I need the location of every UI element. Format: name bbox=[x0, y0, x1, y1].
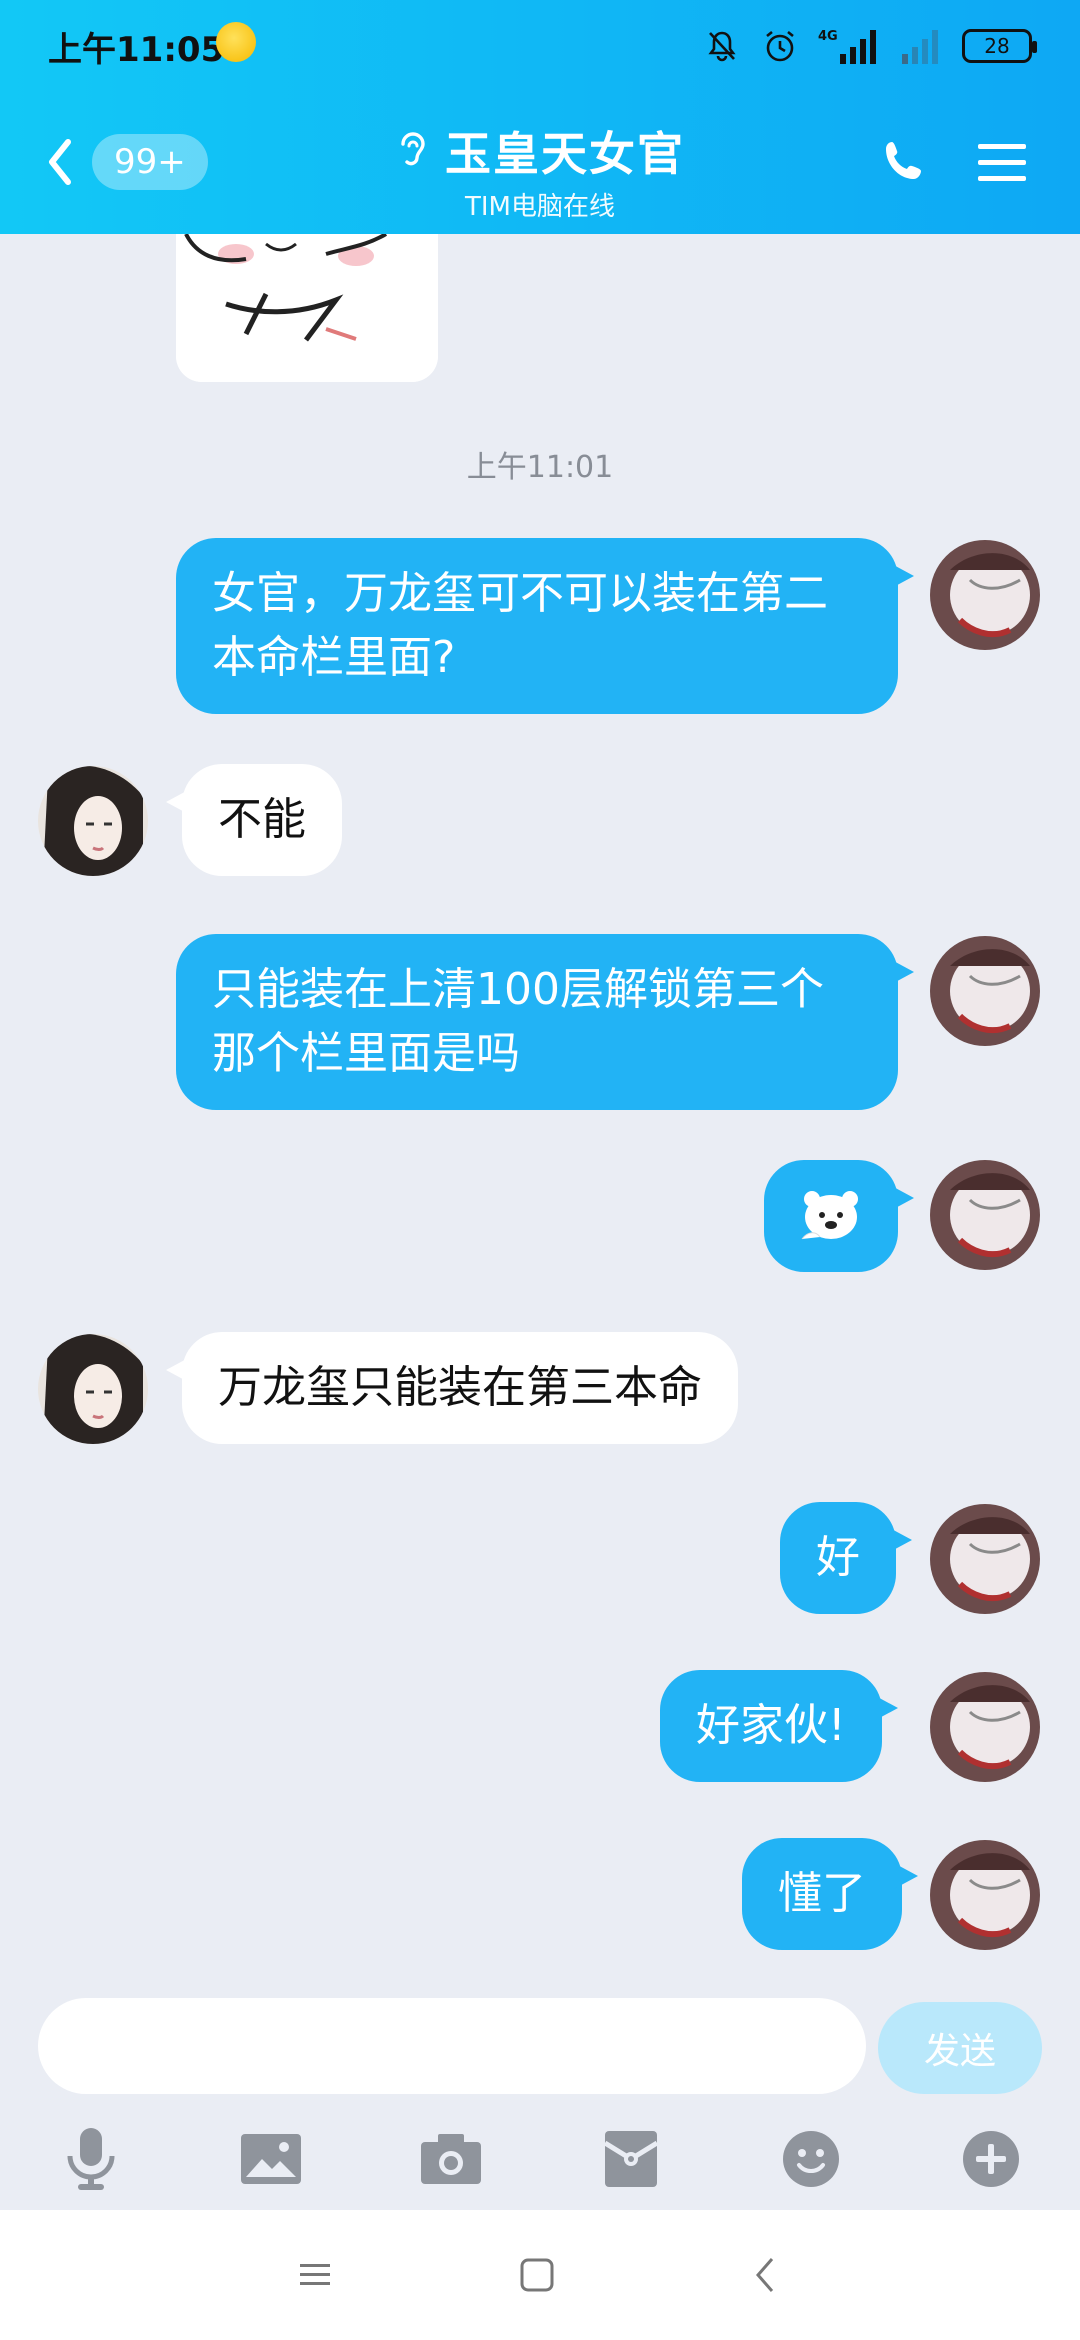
chat-subtitle: TIM电脑在线 bbox=[465, 192, 615, 222]
recent-apps-icon[interactable] bbox=[290, 2250, 340, 2300]
status-time: 上午11:05 bbox=[48, 30, 225, 70]
contact-avatar[interactable] bbox=[38, 1334, 148, 1444]
home-icon[interactable] bbox=[512, 2250, 562, 2300]
input-bar: 发送 bbox=[0, 1994, 1080, 2210]
message-timestamp: 上午11:01 bbox=[466, 450, 614, 485]
svg-text:4G: 4G bbox=[818, 29, 838, 44]
message-bubble-sent[interactable]: 女官，万龙玺可不可以装在第二 本命栏里面? bbox=[176, 538, 914, 714]
microphone-icon[interactable] bbox=[58, 2126, 124, 2192]
image-icon[interactable] bbox=[238, 2126, 304, 2192]
contact-avatar[interactable] bbox=[38, 766, 148, 876]
my-avatar[interactable] bbox=[930, 1672, 1040, 1782]
back-nav-icon[interactable] bbox=[740, 2250, 790, 2300]
qq-notification-icon bbox=[216, 22, 256, 62]
alarm-icon bbox=[760, 26, 800, 66]
plus-icon[interactable] bbox=[958, 2126, 1024, 2192]
message-bubble-sent[interactable]: 懂了 bbox=[742, 1838, 918, 1950]
emoji-icon[interactable] bbox=[778, 2126, 844, 2192]
message-bubble-received[interactable]: 万龙玺只能装在第三本命 bbox=[166, 1332, 738, 1444]
my-avatar[interactable] bbox=[930, 1504, 1040, 1614]
my-avatar[interactable] bbox=[930, 936, 1040, 1046]
message-bubble-sent[interactable]: 好 bbox=[780, 1502, 912, 1614]
message-input[interactable] bbox=[38, 1998, 866, 2094]
message-bubble-received[interactable]: 不能 bbox=[166, 764, 342, 876]
my-avatar[interactable] bbox=[930, 1840, 1040, 1950]
status-icons: 4G 28 bbox=[702, 22, 1037, 70]
message-bubble-emoji[interactable] bbox=[764, 1160, 914, 1272]
battery-indicator: 28 bbox=[962, 29, 1037, 63]
menu-icon[interactable] bbox=[976, 138, 1028, 188]
my-avatar[interactable] bbox=[930, 540, 1040, 650]
sticker-image[interactable] bbox=[176, 234, 438, 382]
camera-icon[interactable] bbox=[418, 2126, 484, 2192]
chat-title: 玉皇天女官 bbox=[445, 127, 685, 181]
polar-bear-emoji-icon bbox=[801, 1191, 858, 1240]
send-button[interactable]: 发送 bbox=[878, 2002, 1042, 2094]
message-list[interactable]: 上午11:01 女官，万龙玺可不可以装在第二 本命栏里面? 不能 只能装在上清1… bbox=[0, 234, 1080, 1994]
signal-weak-icon bbox=[900, 26, 944, 66]
message-bubble-sent[interactable]: 只能装在上清100层解锁第三个 那个栏里面是吗 bbox=[176, 934, 914, 1110]
ear-icon bbox=[401, 132, 425, 166]
signal-icon: 4G bbox=[818, 26, 882, 66]
input-toolbar bbox=[0, 2114, 1080, 2204]
back-button[interactable]: 99+ bbox=[40, 132, 208, 192]
phone-icon[interactable] bbox=[878, 136, 932, 190]
mute-bell-icon bbox=[702, 26, 742, 66]
system-nav-bar bbox=[0, 2210, 1080, 2340]
unread-badge: 99+ bbox=[92, 134, 208, 190]
red-packet-icon[interactable] bbox=[598, 2126, 664, 2192]
message-bubble-sent[interactable]: 好家伙! bbox=[660, 1670, 898, 1782]
chevron-left-icon bbox=[49, 139, 71, 185]
my-avatar[interactable] bbox=[930, 1160, 1040, 1270]
status-bar: 上午11:05 4G 28 bbox=[0, 0, 1080, 92]
chat-title-area[interactable]: 玉皇天女官 TIM电脑在线 bbox=[300, 118, 780, 223]
chat-header: 上午11:05 4G 28 99+ 玉皇天女官 TIM电脑在线 bbox=[0, 0, 1080, 234]
